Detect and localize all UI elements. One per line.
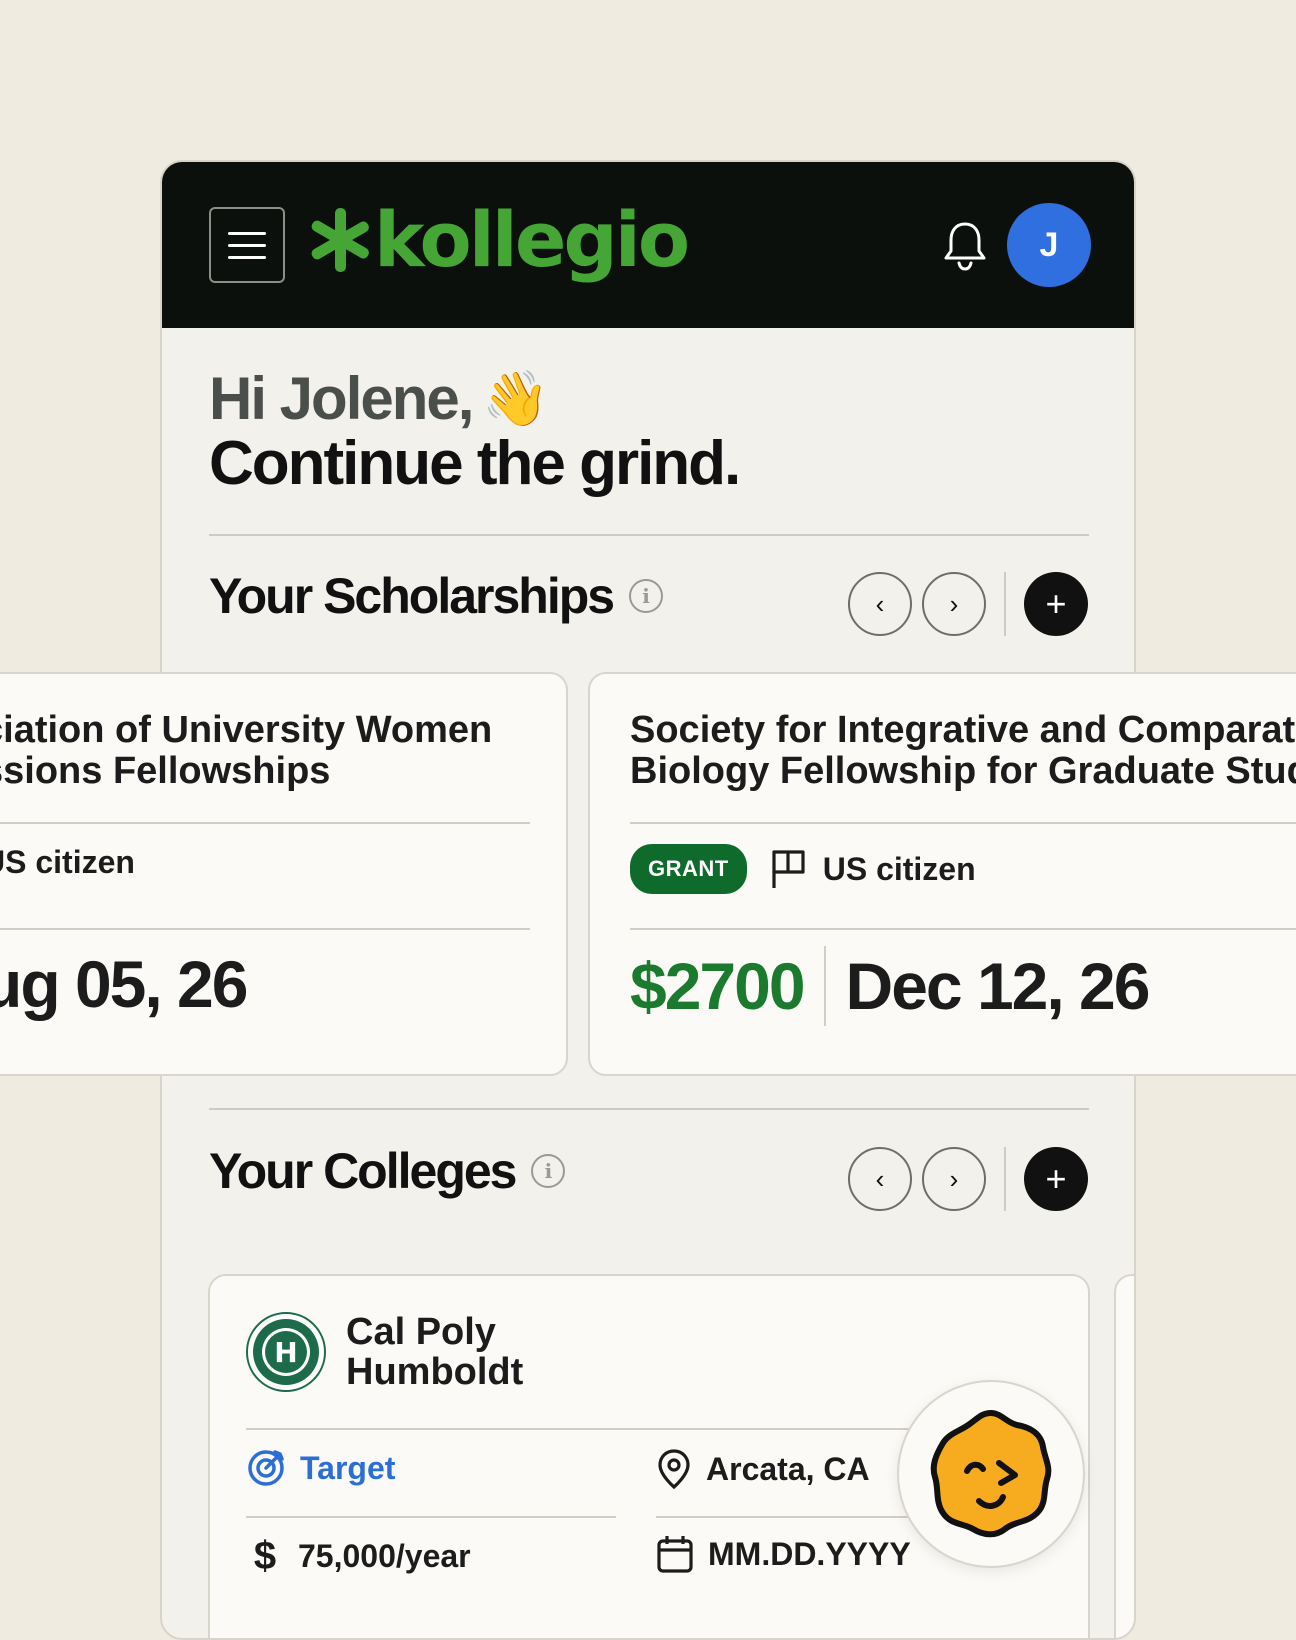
info-icon[interactable]: i (531, 1154, 566, 1188)
chevron-left-icon: ‹ (875, 1163, 885, 1194)
divider (246, 1516, 616, 1518)
calendar-icon (657, 1536, 693, 1573)
scholarship-requirement: US citizen (769, 848, 976, 890)
college-date: MM.DD.YYYY (656, 1534, 911, 1574)
plus-icon: + (1045, 583, 1067, 624)
svg-text:H: H (274, 1336, 297, 1369)
scholarships-title: Your Scholarships (209, 568, 615, 624)
flag-icon (772, 850, 805, 888)
scholarship-title: ciation of University Women ssions Fello… (0, 709, 493, 792)
chevron-left-icon: ‹ (875, 588, 885, 619)
scholarship-amount: $2700 (630, 949, 806, 1023)
scholarship-summary: ug 05, 26 (0, 946, 248, 1022)
mascot-icon (930, 1410, 1052, 1538)
scholarships-prev-button[interactable]: ‹ (848, 572, 912, 636)
grant-badge: GRANT (630, 844, 747, 894)
scholarship-deadline: Dec 12, 26 (845, 949, 1151, 1023)
divider (630, 822, 1296, 824)
wave-emoji-icon: 👋 (482, 369, 549, 429)
bell-icon[interactable] (942, 220, 988, 272)
scholarship-summary: $2700 Dec 12, 26 (630, 946, 1151, 1026)
dollar-icon: $ (253, 1534, 277, 1578)
college-seal-icon: H (246, 1312, 326, 1392)
chevron-right-icon: › (949, 588, 959, 619)
divider (209, 1108, 1089, 1110)
add-college-button[interactable]: + (1024, 1147, 1088, 1211)
divider (0, 928, 530, 930)
scholarship-card[interactable]: ciation of University Women ssions Fello… (0, 672, 568, 1076)
college-card-next[interactable] (1114, 1274, 1134, 1638)
colleges-heading: Your Colleges i (209, 1142, 566, 1200)
divider (630, 928, 1296, 930)
scholarships-heading: Your Scholarships i (209, 567, 664, 625)
colleges-next-button[interactable]: › (922, 1147, 986, 1211)
college-cost: $ 75,000/year (246, 1534, 471, 1579)
scholarship-deadline: ug 05, 26 (0, 947, 248, 1021)
map-pin-icon (658, 1449, 690, 1490)
greeting-subtitle: Continue the grind. (209, 429, 741, 498)
mascot-chat-button[interactable] (897, 1380, 1085, 1568)
scholarship-tags: GRANT US citizen (630, 844, 976, 894)
top-bar: kollegio J (162, 162, 1134, 328)
divider (823, 946, 826, 1026)
greeting-line: Hi Jolene, 👋 (209, 367, 739, 431)
college-name: Cal Poly Humboldt (346, 1311, 524, 1393)
scholarship-card[interactable]: Society for Integrative and Comparati Bi… (588, 672, 1296, 1076)
colleges-title: Your Colleges (209, 1143, 517, 1199)
greeting: Hi Jolene, 👋 Continue the grind. (209, 367, 741, 498)
kollegio-asterisk-icon (311, 208, 369, 272)
logo[interactable]: kollegio (306, 195, 690, 284)
scholarship-requirement: US citizen (0, 844, 135, 880)
college-location: Arcata, CA (656, 1448, 870, 1490)
greeting-name: Hi Jolene, (209, 365, 474, 432)
chevron-right-icon: › (949, 1163, 959, 1194)
divider (1004, 572, 1006, 636)
add-scholarship-button[interactable]: + (1024, 572, 1088, 636)
colleges-nav: ‹ › + (848, 1147, 1088, 1211)
scholarship-title: Society for Integrative and Comparati Bi… (630, 709, 1296, 792)
divider (209, 534, 1089, 536)
scholarships-nav: ‹ › + (848, 572, 1088, 636)
scholarship-tags: US citizen (0, 844, 135, 881)
scholarships-next-button[interactable]: › (922, 572, 986, 636)
plus-icon: + (1045, 1158, 1067, 1199)
hamburger-menu-icon (228, 231, 266, 235)
menu-button[interactable] (209, 207, 285, 283)
logo-text: kollegio (374, 195, 690, 284)
divider (0, 822, 530, 824)
info-icon[interactable]: i (629, 579, 664, 613)
college-category: Target (246, 1448, 395, 1488)
colleges-prev-button[interactable]: ‹ (848, 1147, 912, 1211)
avatar[interactable]: J (1007, 203, 1091, 287)
divider (1004, 1147, 1006, 1211)
target-icon (248, 1450, 284, 1486)
